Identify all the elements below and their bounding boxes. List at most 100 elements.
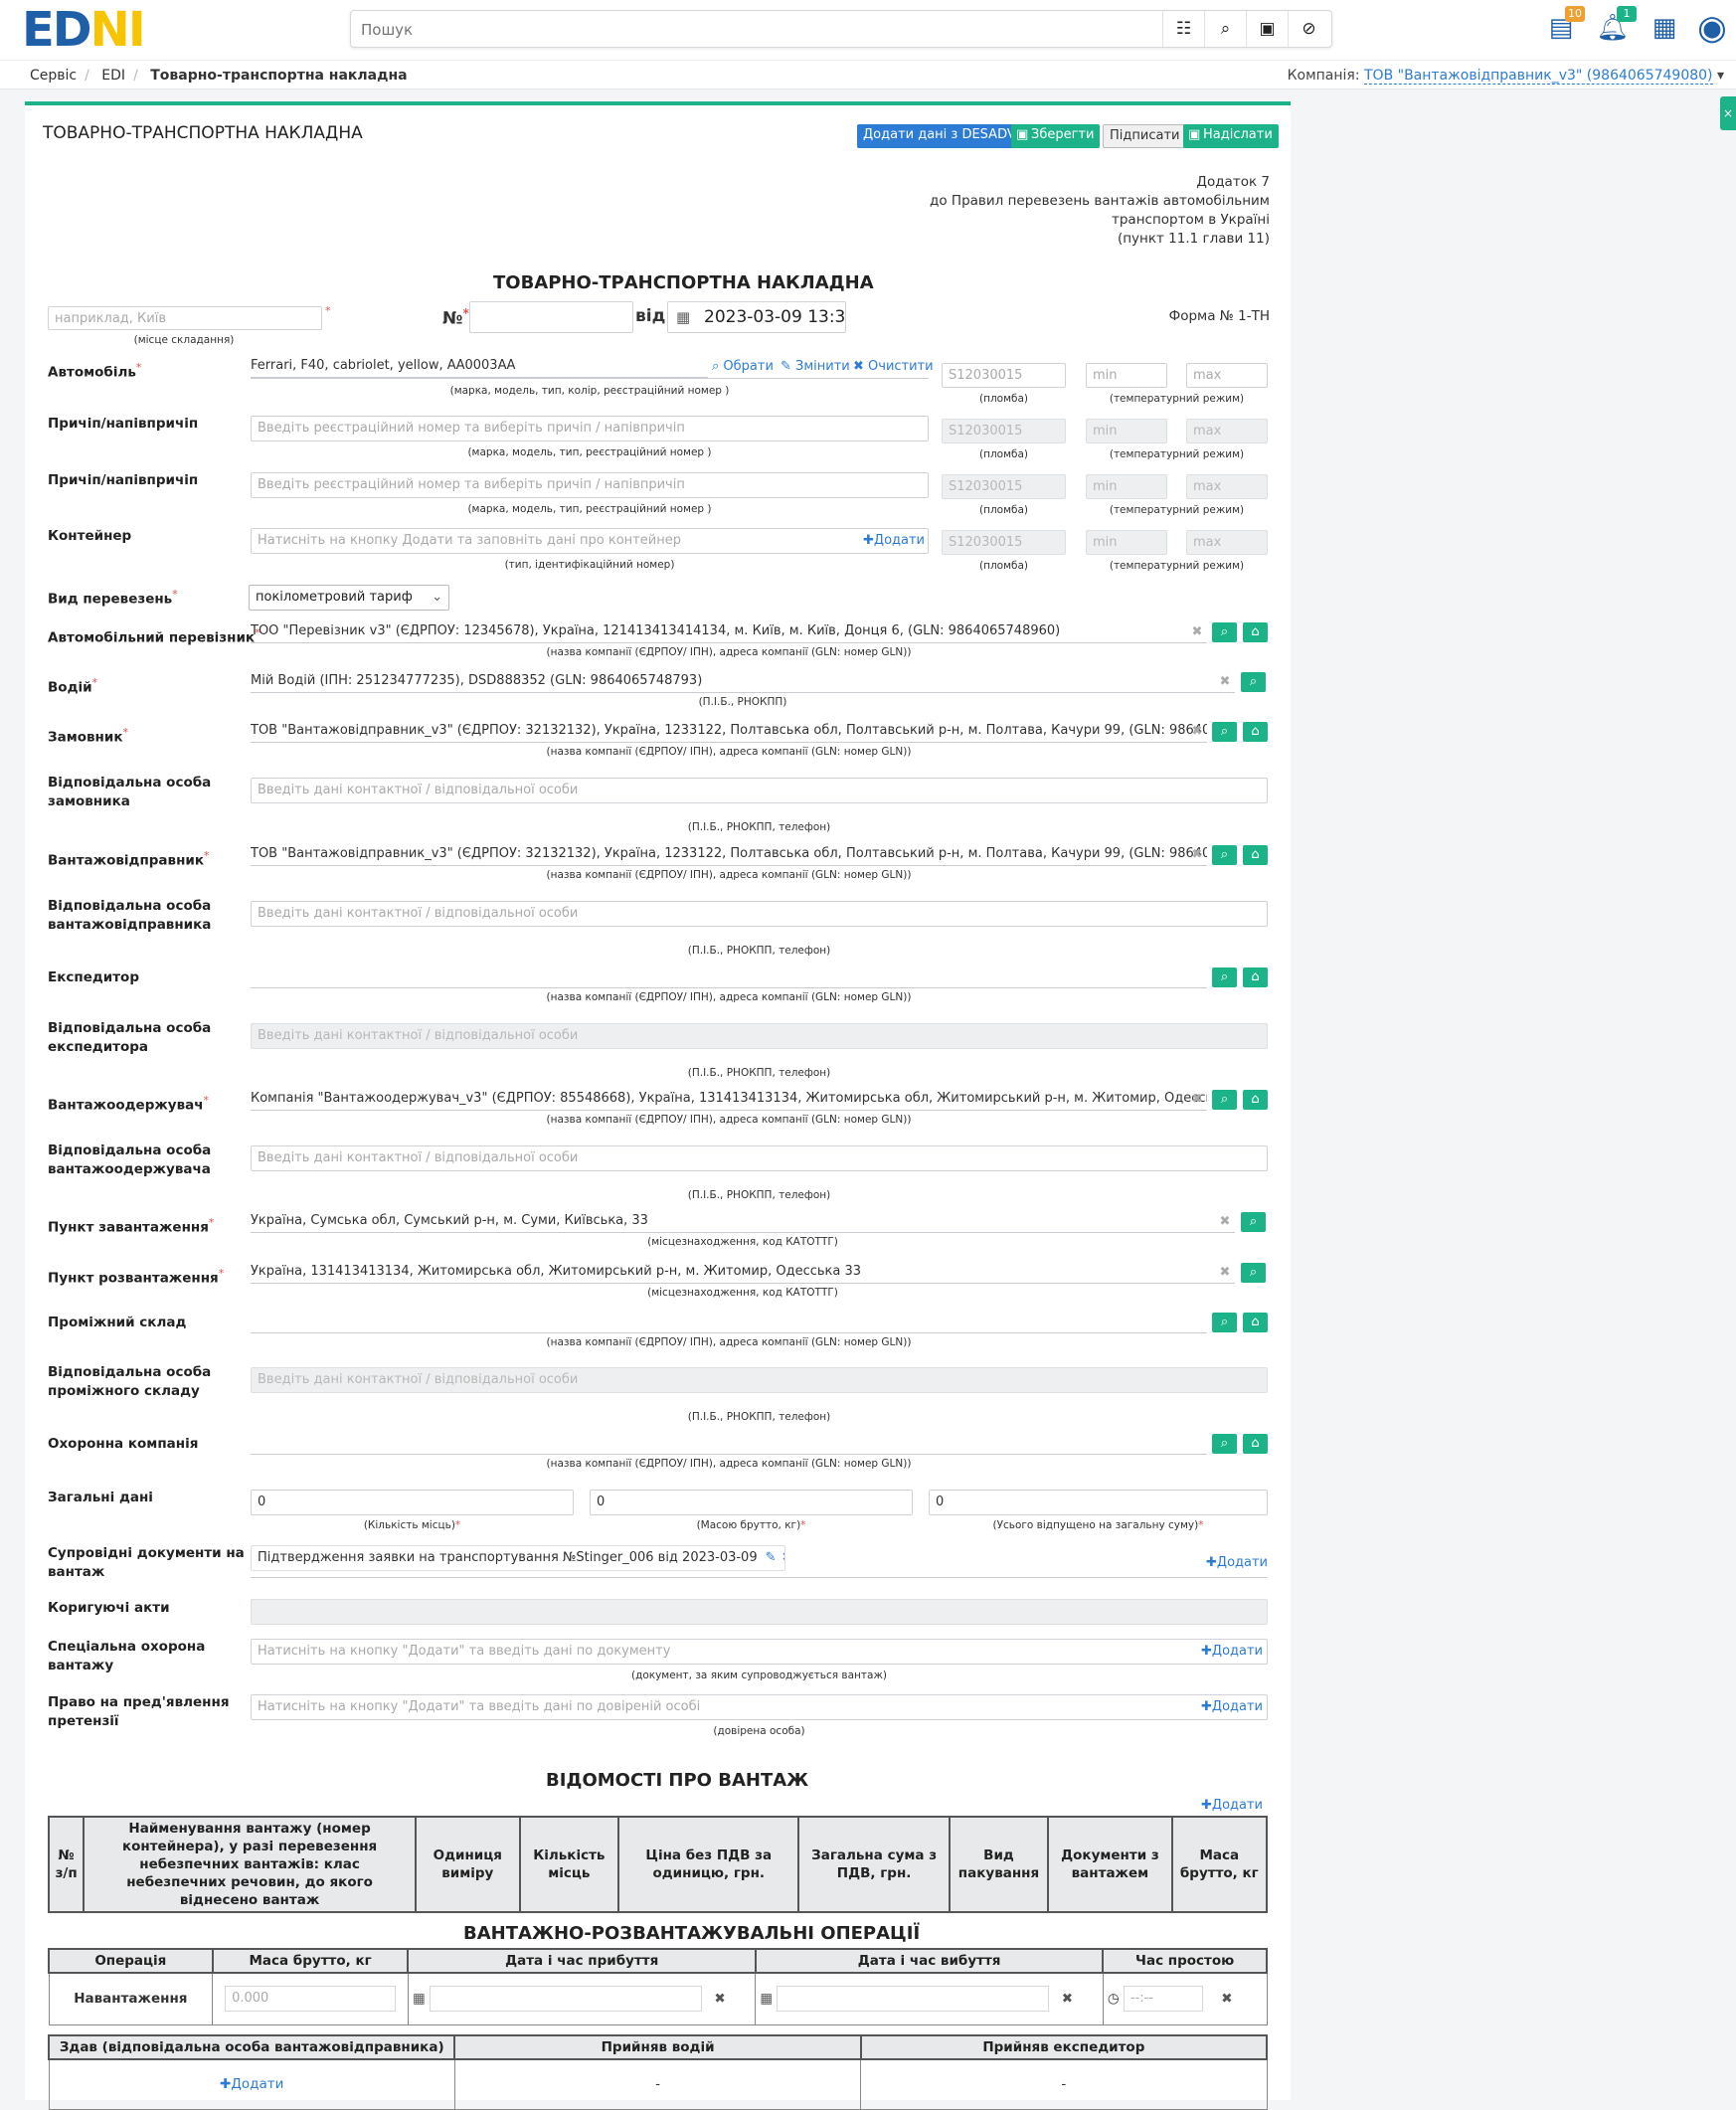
unloading-input[interactable]: Україна, 131413413134, Житомирська обл, … <box>251 1262 1235 1284</box>
driver-input[interactable]: Мій Водій (ІПН: 251234777235), DSD888352… <box>251 671 1235 693</box>
temp-min-trailer-1[interactable]: min <box>1086 419 1167 443</box>
consignee-person-input[interactable]: Введіть дані контактної / відповідальної… <box>251 1145 1268 1171</box>
clear-consignee-icon[interactable]: ✖ <box>1190 1093 1204 1107</box>
edin-logo[interactable]: EDNI <box>22 6 146 54</box>
warehouse-input[interactable] <box>251 1312 1207 1333</box>
search-carrier-icon[interactable]: ⌕ <box>1212 622 1237 642</box>
search-unloading-icon[interactable]: ⌕ <box>1241 1263 1266 1283</box>
filter-icon[interactable]: ☷ <box>1162 11 1204 47</box>
home-consignee-icon[interactable]: ⌂ <box>1243 1090 1268 1110</box>
clear-link[interactable]: ✖ Очистити <box>853 359 934 374</box>
add-handover-link[interactable]: ✚Додати <box>220 2076 283 2092</box>
number-input[interactable] <box>469 301 633 333</box>
departure-input[interactable] <box>777 1986 1050 2013</box>
add-cargo-link[interactable]: ✚Додати <box>1201 1798 1263 1813</box>
forwarder-person-input[interactable]: Введіть дані контактної / відповідальної… <box>251 1023 1268 1049</box>
clear-departure-icon[interactable]: ✖ <box>1062 1991 1073 2007</box>
add-doc-link[interactable]: ✚Додати <box>1206 1555 1268 1570</box>
forwarder-input[interactable] <box>251 967 1207 988</box>
apps-grid-icon[interactable]: ▦ <box>1645 8 1684 48</box>
home-shipper-icon[interactable]: ⌂ <box>1243 845 1268 865</box>
home-security-icon[interactable]: ⌂ <box>1243 1434 1268 1454</box>
choose-link[interactable]: ⌕ Обрати <box>712 359 774 374</box>
security-input[interactable] <box>251 1433 1207 1455</box>
add-spec-link[interactable]: ✚Додати <box>1201 1644 1263 1659</box>
place-input[interactable]: наприклад, Київ <box>48 306 322 330</box>
clear-idle-icon[interactable]: ✖ <box>1221 1991 1232 2007</box>
temp-min-vehicle[interactable]: min <box>1086 363 1167 388</box>
save-search-icon[interactable]: ▣ <box>1246 11 1288 47</box>
temp-max-container[interactable]: max <box>1186 530 1268 555</box>
doc-chip[interactable]: Підтвердження заявки на транспортування … <box>251 1545 785 1571</box>
date-input[interactable]: ▦ 2023-03-09 13:37 <box>667 301 846 333</box>
side-panel-toggle[interactable]: × <box>1720 96 1736 130</box>
gross-input[interactable]: 0 <box>590 1490 913 1515</box>
breadcrumb-service[interactable]: Сервіс <box>30 68 77 84</box>
temp-max-vehicle[interactable]: max <box>1186 363 1268 388</box>
clear-arrival-icon[interactable]: ✖ <box>714 1991 725 2007</box>
clear-shipper-icon[interactable]: ✖ <box>1190 848 1204 862</box>
clear-loading-icon[interactable]: ✖ <box>1218 1215 1232 1229</box>
total-input[interactable]: 0 <box>929 1490 1268 1515</box>
carrier-input[interactable]: ТОО "Перевізник v3" (ЄДРПОУ: 12345678), … <box>251 621 1207 643</box>
search-input[interactable] <box>361 18 1156 42</box>
spec-input[interactable]: Натисніть на кнопку "Додати" та введіть … <box>251 1639 1268 1665</box>
seal-input-trailer-1[interactable]: S12030015 <box>942 419 1066 443</box>
search-security-icon[interactable]: ⌕ <box>1212 1434 1237 1454</box>
home-forwarder-icon[interactable]: ⌂ <box>1243 967 1268 987</box>
container-input[interactable]: Натисніть на кнопку Додати та заповніть … <box>251 528 929 554</box>
company-selector[interactable]: Компанія: ТОВ "Вантажовідправник_v3" (98… <box>1288 68 1724 85</box>
clear-customer-icon[interactable]: ✖ <box>1190 725 1204 739</box>
send-button[interactable]: ▣ Надіслати <box>1183 124 1279 148</box>
clear-driver-icon[interactable]: ✖ <box>1218 675 1232 689</box>
home-carrier-icon[interactable]: ⌂ <box>1243 622 1268 642</box>
temp-min-trailer-2[interactable]: min <box>1086 474 1167 499</box>
places-input[interactable]: 0 <box>251 1490 574 1515</box>
change-link[interactable]: ✎ Змінити <box>781 359 850 374</box>
add-claim-link[interactable]: ✚Додати <box>1201 1699 1263 1714</box>
arrival-input[interactable] <box>430 1986 703 2013</box>
temp-min-container[interactable]: min <box>1086 530 1167 555</box>
home-warehouse-icon[interactable]: ⌂ <box>1243 1313 1268 1332</box>
search-consignee-icon[interactable]: ⌕ <box>1212 1090 1237 1110</box>
seal-input-trailer-2[interactable]: S12030015 <box>942 474 1066 499</box>
loading-input[interactable]: Україна, Сумська обл, Сумський р-н, м. С… <box>251 1211 1235 1233</box>
shipper-person-input[interactable]: Введіть дані контактної / відповідальної… <box>251 901 1268 927</box>
trailer-input-1[interactable]: Введіть реєстраційний номер та виберіть … <box>251 416 929 441</box>
clear-unloading-icon[interactable]: ✖ <box>1218 1266 1232 1280</box>
search-warehouse-icon[interactable]: ⌕ <box>1212 1313 1237 1332</box>
save-button[interactable]: ▣ Зберегти <box>1011 124 1101 148</box>
ops-mass-input[interactable]: 0.000 <box>225 1986 397 2013</box>
vehicle-input[interactable]: Ferrari, F40, cabriolet, yellow, АА0003А… <box>251 356 708 378</box>
user-avatar-icon[interactable]: ◉ <box>1692 8 1732 48</box>
search-customer-icon[interactable]: ⌕ <box>1212 722 1237 742</box>
consignee-input[interactable]: Компанія "Вантажоодержувач_v3" (ЄДРПОУ: … <box>251 1089 1207 1111</box>
temp-max-trailer-2[interactable]: max <box>1186 474 1268 499</box>
idle-input[interactable]: --:-- <box>1123 1986 1203 2013</box>
customer-input[interactable]: ТОВ "Вантажовідправник_v3" (ЄДРПОУ: 3213… <box>251 721 1207 743</box>
search-icon[interactable]: ⌕ <box>1204 11 1246 47</box>
seal-input-container[interactable]: S12030015 <box>942 530 1066 555</box>
warehouse-person-input[interactable]: Введіть дані контактної / відповідальної… <box>251 1367 1268 1393</box>
temp-max-trailer-1[interactable]: max <box>1186 419 1268 443</box>
breadcrumb-edi[interactable]: EDI <box>101 68 125 84</box>
claim-input[interactable]: Натисніть на кнопку "Додати" та введіть … <box>251 1694 1268 1720</box>
search-shipper-icon[interactable]: ⌕ <box>1212 845 1237 865</box>
search-driver-icon[interactable]: ⌕ <box>1241 672 1266 692</box>
trailer-input-2[interactable]: Введіть реєстраційний номер та виберіть … <box>251 472 929 498</box>
bell-icon[interactable]: 🔔︎ 1 <box>1593 6 1637 48</box>
transport-type-select[interactable]: покілометровий тариф ⌄ <box>249 585 449 611</box>
seal-input-vehicle[interactable]: S12030015 <box>942 363 1066 388</box>
search-loading-icon[interactable]: ⌕ <box>1241 1212 1266 1232</box>
company-value[interactable]: ТОВ "Вантажовідправник_v3" (986406574908… <box>1364 68 1713 85</box>
documents-icon[interactable]: ▤ 10 <box>1541 6 1585 48</box>
home-customer-icon[interactable]: ⌂ <box>1243 722 1268 742</box>
search-forwarder-icon[interactable]: ⌕ <box>1212 967 1237 987</box>
add-container-link[interactable]: ✚Додати <box>863 533 925 548</box>
customer-person-input[interactable]: Введіть дані контактної / відповідальної… <box>251 778 1268 803</box>
clear-carrier-icon[interactable]: ✖ <box>1190 625 1204 639</box>
sign-button[interactable]: Підписати <box>1103 124 1187 148</box>
add-desadv-button[interactable]: Додати дані з DESADV <box>857 124 1022 148</box>
corr-input[interactable] <box>251 1599 1268 1625</box>
shipper-input[interactable]: ТОВ "Вантажовідправник_v3" (ЄДРПОУ: 3213… <box>251 844 1207 866</box>
